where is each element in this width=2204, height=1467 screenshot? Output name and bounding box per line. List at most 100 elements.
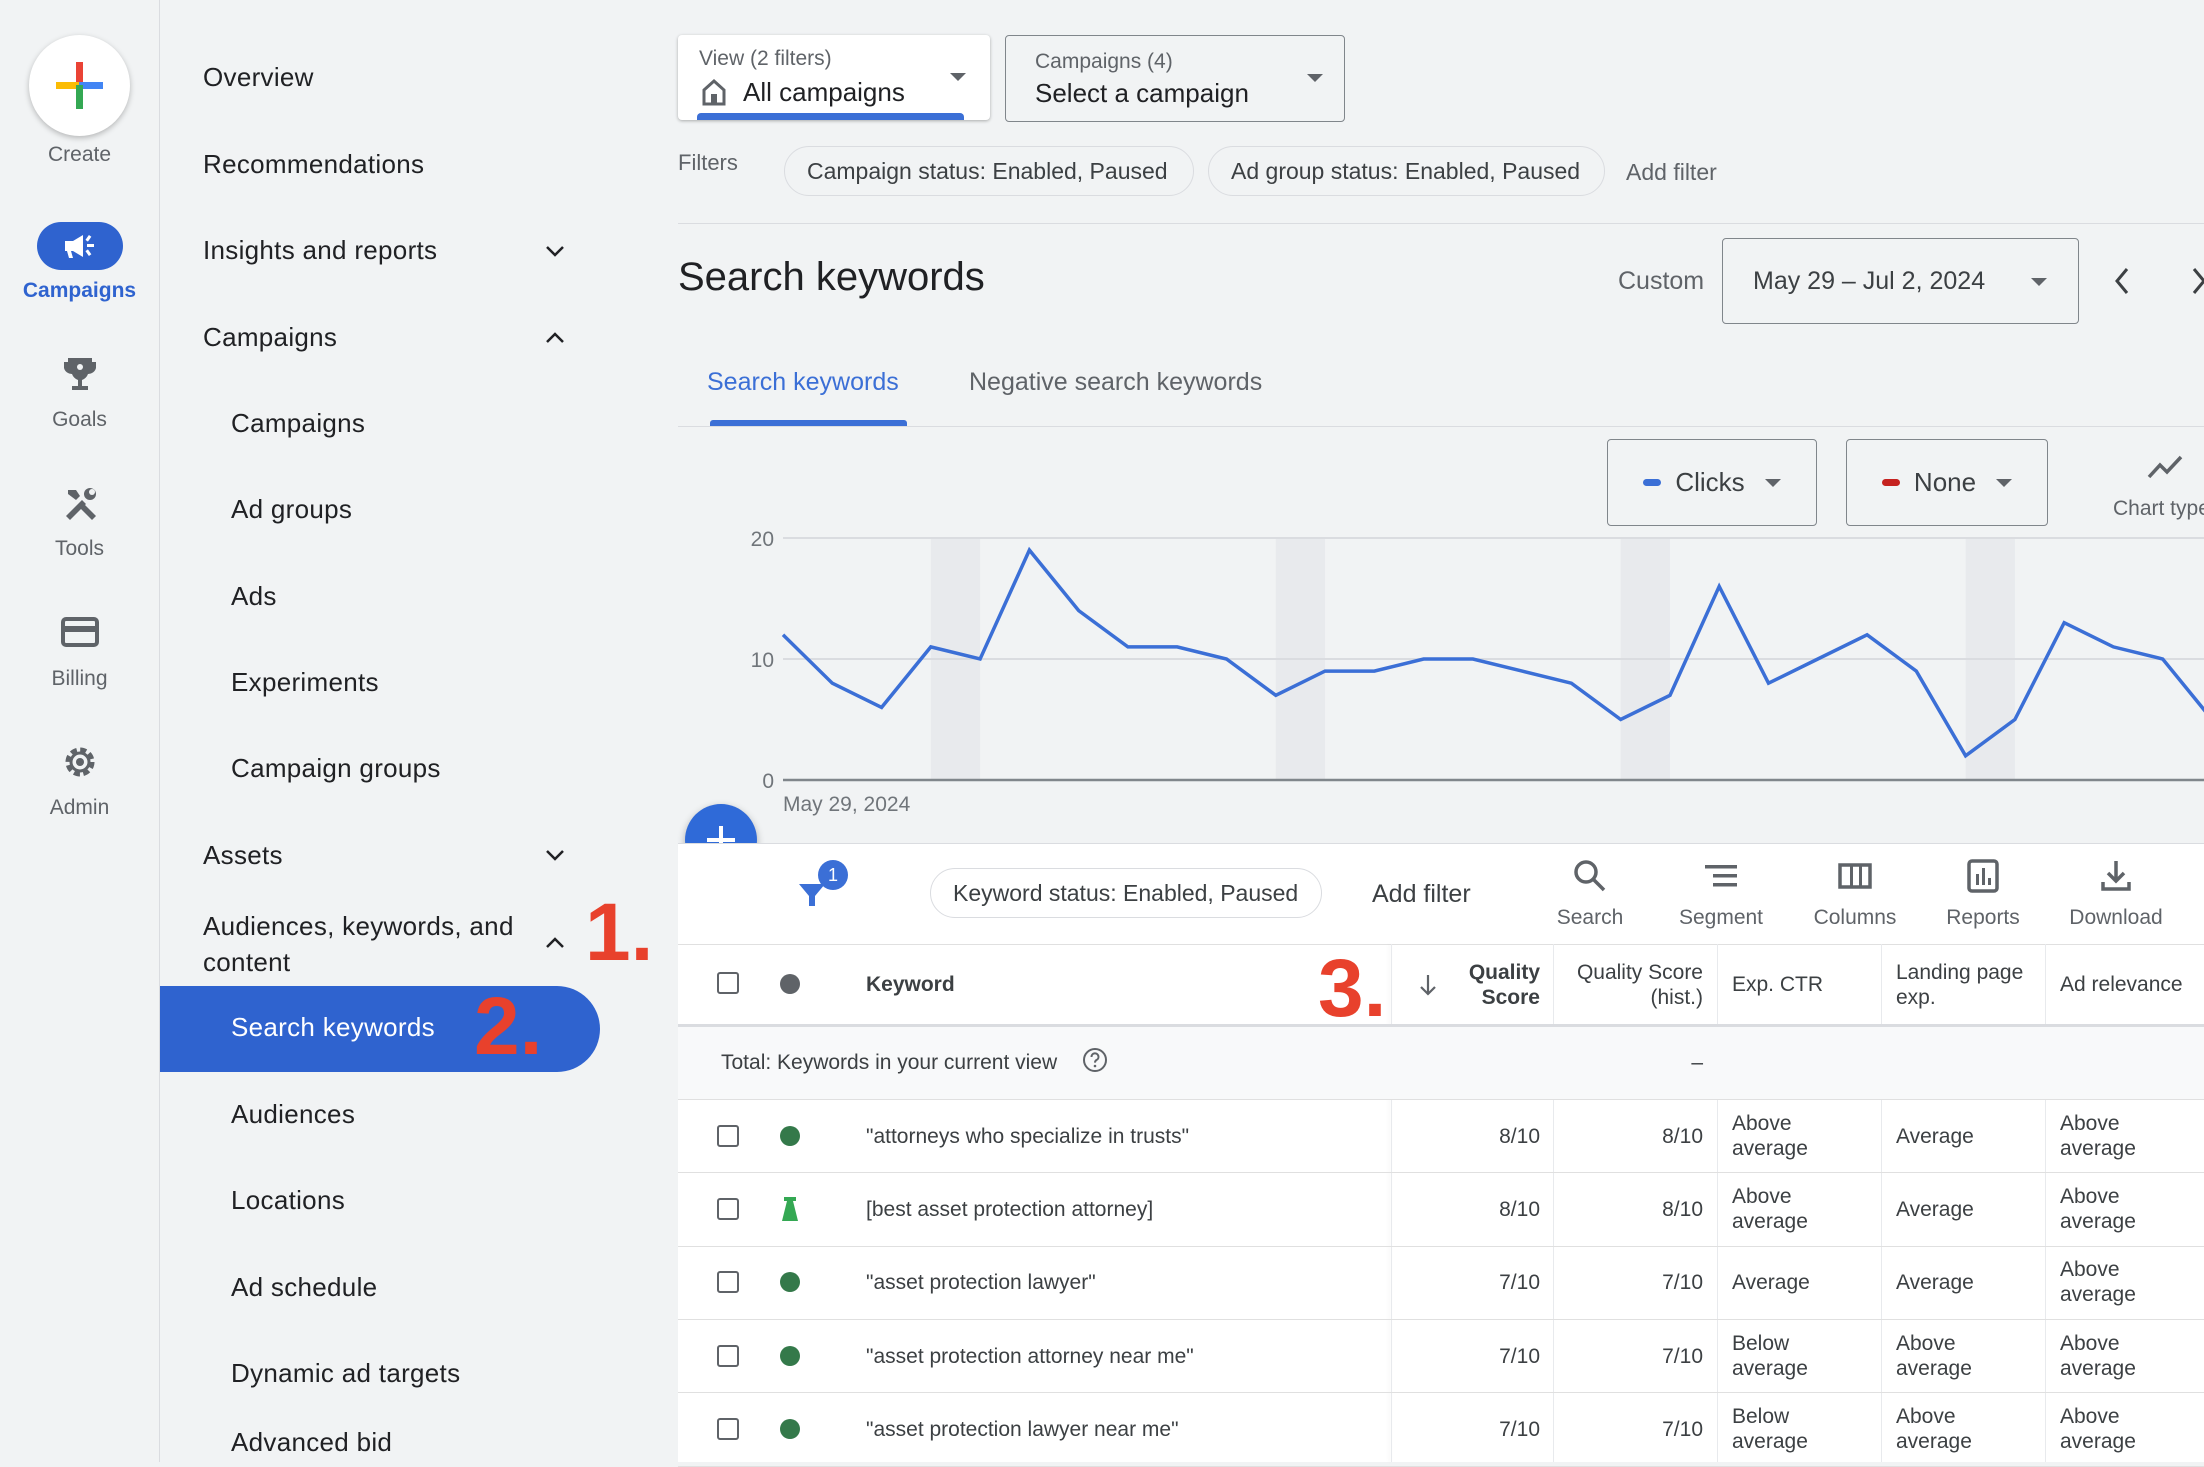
sort-descending-icon[interactable]: [1417, 972, 1439, 998]
keyword-cell[interactable]: "asset protection lawyer near me": [866, 1417, 1179, 1442]
ad-relevance-cell-line1: Above: [2060, 1257, 2136, 1282]
row-checkbox[interactable]: [717, 1271, 739, 1293]
landing-page-cell-line1: Average: [1896, 1197, 1974, 1222]
quality-score-hist-cell: 7/10: [1600, 1270, 1703, 1295]
landing-page-cell-line1: Average: [1896, 1270, 1974, 1295]
row-checkbox[interactable]: [717, 1418, 739, 1440]
keyword-cell[interactable]: [best asset protection attorney]: [866, 1197, 1153, 1222]
download-icon: [2098, 858, 2134, 894]
exp-ctr-cell-line2: average: [1732, 1429, 1808, 1454]
landing-page-cell-line1: Above: [1896, 1331, 1972, 1356]
nav-audiences-keywords-content[interactable]: Audiences, keywords, and content: [203, 908, 514, 980]
row-divider: [678, 1466, 2204, 1467]
download-tool[interactable]: Download: [2058, 858, 2174, 930]
landing-page-cell: Average: [1896, 1124, 1974, 1149]
nav-audiences-line1: Audiences, keywords, and: [203, 908, 514, 944]
clicks-line-chart: 01020May 29, 2024: [0, 0, 2204, 840]
nav-ad-schedule[interactable]: Ad schedule: [231, 1272, 377, 1303]
exp-ctr-cell-line2: average: [1732, 1136, 1808, 1161]
keyword-status-chip[interactable]: Keyword status: Enabled, Paused: [930, 868, 1322, 918]
keyword-cell[interactable]: "asset protection attorney near me": [866, 1344, 1194, 1369]
search-icon: [1572, 858, 1608, 894]
exp-ctr-cell: Above average: [1732, 1111, 1808, 1161]
keyword-cell[interactable]: "attorneys who specialize in trusts": [866, 1124, 1189, 1149]
x-tick-label: May 29, 2024: [783, 793, 911, 816]
exp-ctr-cell-line1: Below: [1732, 1331, 1808, 1356]
landing-page-cell: Average: [1896, 1270, 1974, 1295]
column-header-quality-score-hist[interactable]: Quality Score (hist.): [1560, 960, 1703, 1010]
enabled-status-icon: [780, 1419, 800, 1439]
search-tool[interactable]: Search: [1540, 858, 1640, 930]
ad-relevance-cell-line1: Above: [2060, 1111, 2136, 1136]
annotation-3: 3.: [1318, 942, 1386, 1036]
landing-page-cell-line1: Average: [1896, 1124, 1974, 1149]
chevron-down-icon[interactable]: [540, 840, 570, 870]
quality-score-cell: 7/10: [1440, 1344, 1540, 1369]
exp-ctr-cell: Below average: [1732, 1404, 1808, 1454]
search-tool-label: Search: [1540, 906, 1640, 930]
landing-page-cell-line1: Above: [1896, 1404, 1972, 1429]
ad-relevance-cell: Above average: [2060, 1331, 2136, 1381]
keyword-cell[interactable]: "asset protection lawyer": [866, 1270, 1096, 1295]
quality-score-cell: 7/10: [1440, 1270, 1540, 1295]
download-tool-label: Download: [2058, 906, 2174, 930]
column-header-keyword[interactable]: Keyword: [866, 972, 955, 997]
nav-locations[interactable]: Locations: [231, 1185, 345, 1216]
row-checkbox[interactable]: [717, 1345, 739, 1367]
column-header-landing-page[interactable]: Landing page exp.: [1896, 960, 2023, 1010]
quality-score-cell: 8/10: [1440, 1197, 1540, 1222]
reports-tool-label: Reports: [1933, 906, 2033, 930]
total-qs-hist: –: [1600, 1050, 1703, 1075]
quality-score-hist-cell: 7/10: [1600, 1344, 1703, 1369]
qsh-header-line1: Quality Score: [1560, 960, 1703, 985]
segment-icon: [1703, 858, 1739, 894]
exp-ctr-cell-line1: Below: [1732, 1404, 1808, 1429]
select-all-checkbox[interactable]: [717, 972, 739, 994]
annotation-2: 2.: [474, 980, 542, 1074]
ad-relevance-cell-line2: average: [2060, 1136, 2136, 1161]
column-header-ad-relevance[interactable]: Ad relevance: [2060, 972, 2183, 997]
columns-icon: [1837, 858, 1873, 894]
nav-assets[interactable]: Assets: [203, 840, 283, 871]
table-add-filter[interactable]: Add filter: [1372, 880, 1471, 909]
segment-tool-label: Segment: [1668, 906, 1774, 930]
row-checkbox[interactable]: [717, 1198, 739, 1220]
nav-advanced-bid[interactable]: Advanced bid: [231, 1427, 392, 1458]
reports-tool[interactable]: Reports: [1933, 858, 2033, 930]
quality-score-hist-cell: 8/10: [1600, 1124, 1703, 1149]
columns-tool[interactable]: Columns: [1803, 858, 1907, 930]
exp-ctr-cell-line1: Above: [1732, 1184, 1808, 1209]
qsh-header-line2: (hist.): [1560, 985, 1703, 1010]
nav-audiences[interactable]: Audiences: [231, 1099, 355, 1130]
table-top-border: [678, 843, 2204, 844]
help-icon[interactable]: [1082, 1047, 1108, 1073]
column-header-quality-score[interactable]: Quality Score: [1440, 960, 1540, 1010]
chevron-up-icon[interactable]: [540, 928, 570, 958]
exp-ctr-cell-line2: average: [1732, 1209, 1808, 1234]
ad-relevance-cell-line1: Above: [2060, 1331, 2136, 1356]
exp-ctr-cell-line1: Average: [1732, 1270, 1810, 1295]
ad-relevance-cell-line1: Above: [2060, 1184, 2136, 1209]
row-checkbox[interactable]: [717, 1125, 739, 1147]
exp-ctr-cell-line2: average: [1732, 1356, 1808, 1381]
status-column-icon: [780, 974, 800, 994]
total-row-label: Total: Keywords in your current view: [721, 1050, 1057, 1075]
filter-count-badge: 1: [818, 860, 848, 890]
column-header-exp-ctr[interactable]: Exp. CTR: [1732, 972, 1823, 997]
landing-page-cell: Average: [1896, 1197, 1974, 1222]
reports-icon: [1965, 858, 2001, 894]
annotation-1: 1.: [585, 886, 653, 980]
quality-score-hist-cell: 7/10: [1600, 1417, 1703, 1442]
nav-dynamic-ad-targets[interactable]: Dynamic ad targets: [231, 1358, 460, 1389]
lp-header-line1: Landing page: [1896, 960, 2023, 985]
ad-relevance-cell-line2: average: [2060, 1209, 2136, 1234]
segment-tool[interactable]: Segment: [1668, 858, 1774, 930]
y-tick-label: 20: [751, 528, 774, 551]
ad-relevance-cell-line2: average: [2060, 1429, 2136, 1454]
enabled-status-icon: [780, 1126, 800, 1146]
toolbar-divider: [678, 944, 2204, 945]
pending-status-icon: [780, 1197, 800, 1221]
landing-page-cell-line2: average: [1896, 1356, 1972, 1381]
nav-search-keywords-label: Search keywords: [231, 1012, 435, 1043]
landing-page-cell: Above average: [1896, 1404, 1972, 1454]
